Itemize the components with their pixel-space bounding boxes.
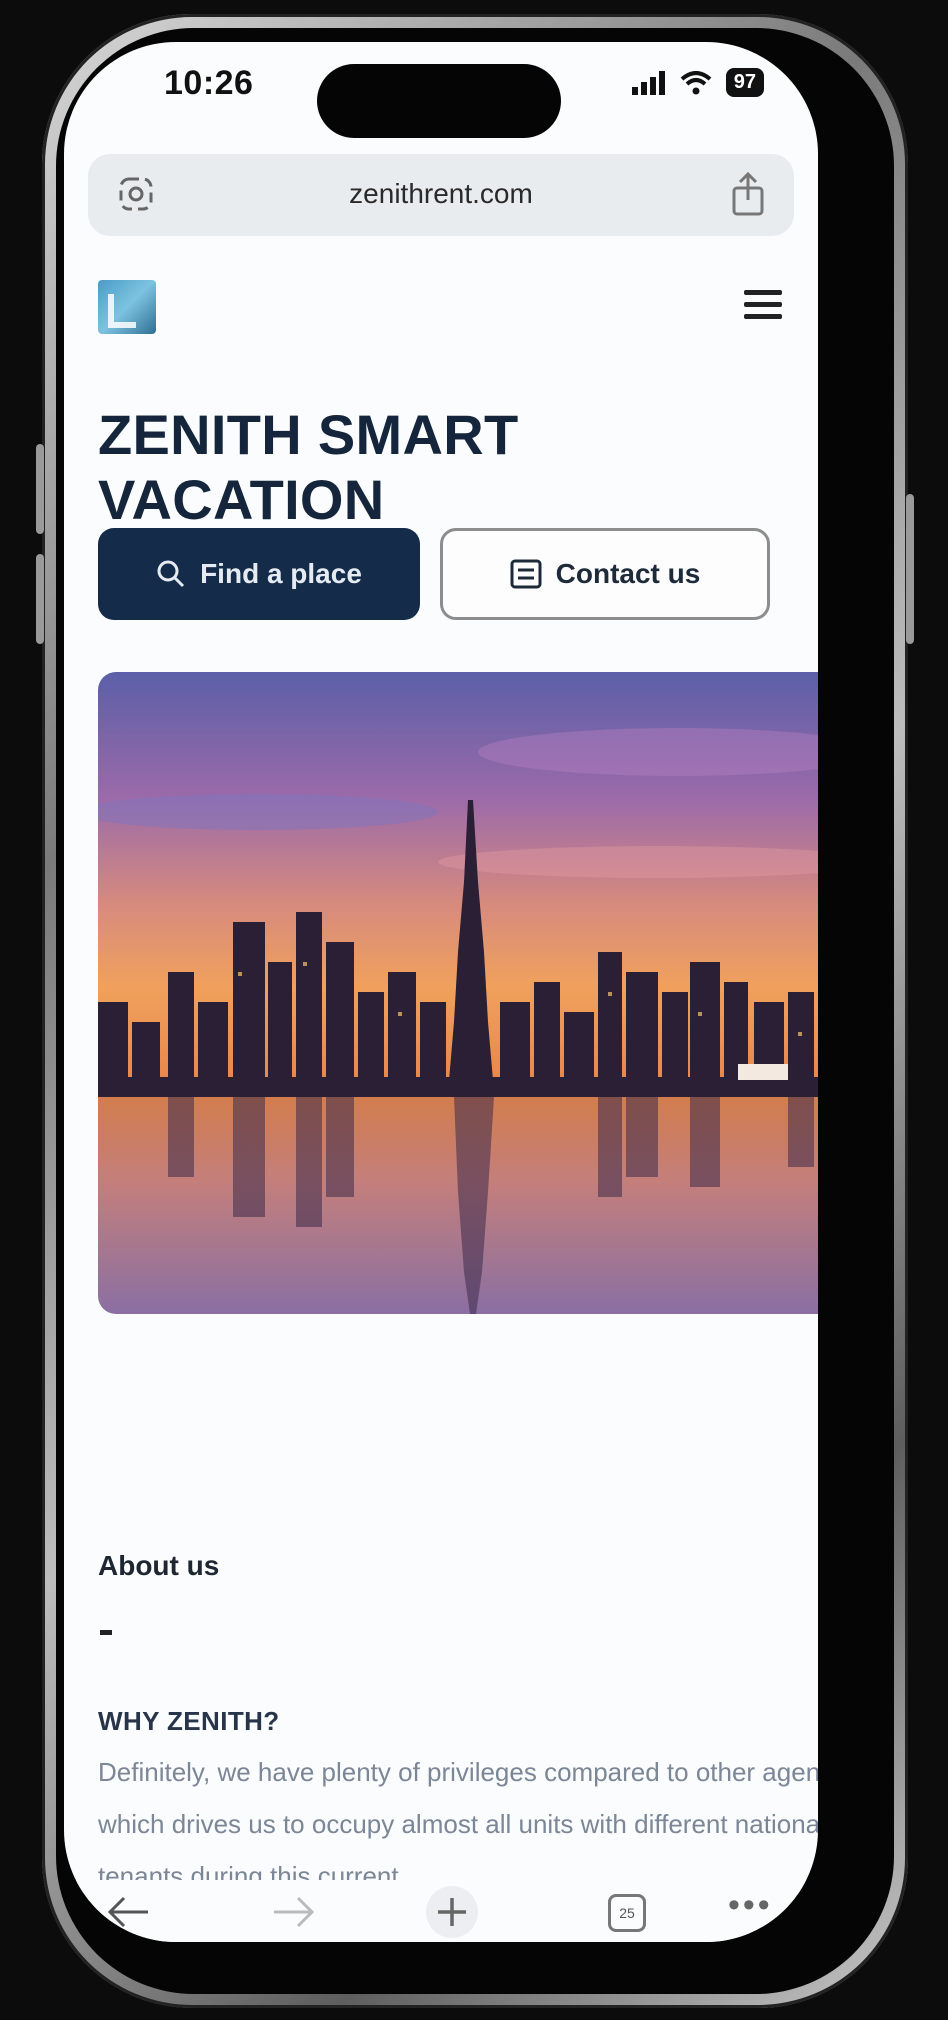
battery-level: 97 [725, 68, 764, 97]
search-icon [157, 560, 185, 588]
logo-mark [108, 294, 136, 328]
volume-up-button [36, 444, 44, 534]
about-divider [100, 1630, 112, 1635]
phone-screen: 10:26 97 zenithrent.com ZENITH SMART VAC… [64, 42, 818, 1942]
status-icons: 97 [631, 68, 764, 97]
volume-down-button [36, 554, 44, 644]
contact-us-label: Contact us [555, 558, 701, 589]
city-skyline-at-sunset-image [98, 672, 818, 1314]
status-bar: 10:26 97 [64, 42, 818, 152]
find-a-place-button[interactable]: Find a place [98, 528, 420, 620]
page-title: ZENITH SMART VACATION [98, 403, 519, 531]
power-button [906, 494, 914, 644]
wifi-icon [680, 70, 712, 94]
why-zenith-heading: WHY ZENITH? [98, 1706, 280, 1736]
contact-us-button[interactable]: Contact us [440, 528, 770, 620]
signal-bars-icon [631, 70, 665, 95]
plus-icon[interactable] [424, 1884, 480, 1942]
share-icon[interactable] [730, 171, 766, 221]
status-time: 10:26 [164, 64, 254, 102]
why-zenith-paragraph: Definitely, we have plenty of privileges… [98, 1757, 818, 1884]
more-dots-icon[interactable]: ••• [728, 1886, 773, 1925]
dynamic-island [317, 64, 561, 138]
hamburger-menu-icon[interactable] [744, 290, 782, 320]
url-text[interactable]: zenithrent.com [88, 178, 794, 210]
site-logo[interactable] [98, 280, 156, 334]
tabs-icon[interactable]: 25 [608, 1894, 646, 1932]
contact-form-icon [510, 559, 542, 589]
browser-toolbar: 25 ••• [64, 1880, 818, 1942]
about-us-label: About us [98, 1550, 220, 1581]
arrow-right-icon[interactable] [270, 1892, 318, 1937]
find-a-place-label: Find a place [200, 558, 362, 589]
arrow-left-icon[interactable] [104, 1892, 152, 1937]
url-bar[interactable]: zenithrent.com [88, 154, 794, 236]
